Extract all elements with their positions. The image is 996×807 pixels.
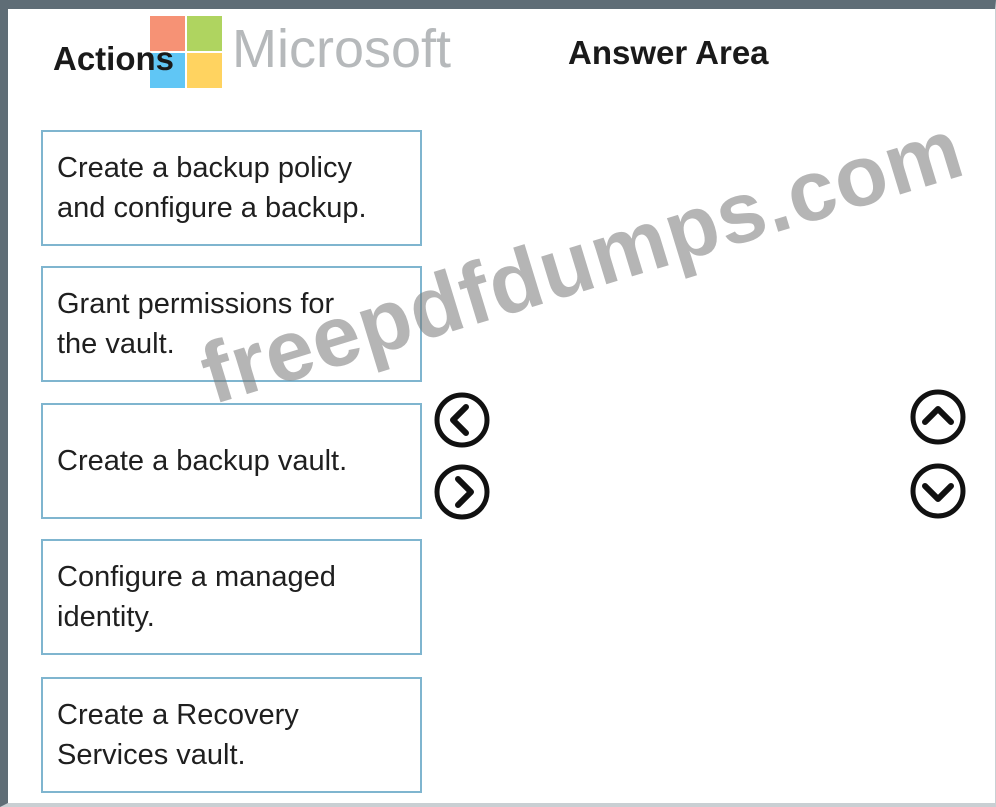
chevron-up-icon: [910, 389, 966, 445]
action-card-create-recovery-services-vault[interactable]: Create a Recovery Services vault.: [41, 677, 422, 793]
action-card-text: Create a backup vault.: [57, 441, 347, 481]
chevron-down-icon: [910, 463, 966, 519]
action-card-text: Configure a managed identity.: [57, 557, 336, 637]
chevron-left-icon: [434, 392, 490, 448]
action-card-create-backup-policy[interactable]: Create a backup policy and configure a b…: [41, 130, 422, 246]
action-card-text: Create a backup policy and configure a b…: [57, 148, 367, 228]
action-card-line: Create a backup vault.: [57, 445, 348, 477]
action-card-text: Create a Recovery Services vault.: [57, 695, 299, 775]
action-card-line: Create a Recovery: [57, 699, 299, 731]
action-card-text: Grant permissions for the vault.: [57, 284, 334, 364]
action-card-line: the vault.: [57, 328, 175, 360]
action-card-grant-permissions[interactable]: Grant permissions for the vault.: [41, 266, 422, 382]
move-left-button[interactable]: [432, 390, 492, 450]
action-card-line: Configure a managed: [57, 561, 336, 593]
move-down-button[interactable]: [908, 461, 968, 521]
move-up-button[interactable]: [908, 387, 968, 447]
answer-area-drop-zone[interactable]: [520, 110, 900, 790]
action-card-create-backup-vault[interactable]: Create a backup vault.: [41, 403, 422, 519]
action-card-line: Grant permissions for: [57, 288, 335, 320]
answer-area-heading: Answer Area: [568, 34, 769, 71]
action-card-line: Services vault.: [57, 739, 246, 771]
action-card-line: Create a backup policy: [57, 152, 352, 184]
action-card-line: identity.: [57, 601, 155, 633]
actions-heading: Actions: [53, 40, 175, 77]
action-card-configure-managed-identity[interactable]: Configure a managed identity.: [41, 539, 422, 655]
chevron-right-icon: [434, 464, 490, 520]
action-card-line: and configure a backup.: [57, 192, 367, 224]
move-right-button[interactable]: [432, 462, 492, 522]
